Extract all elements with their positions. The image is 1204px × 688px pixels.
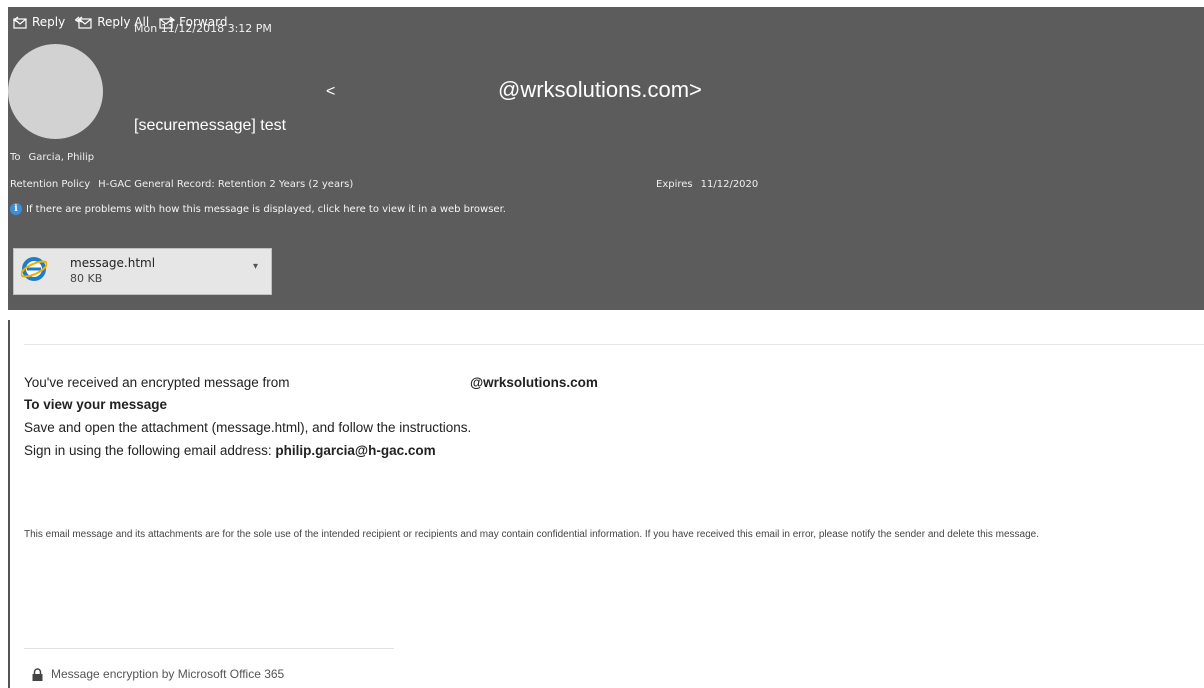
instructions-text: Save and open the attachment (message.ht… bbox=[24, 420, 472, 435]
reply-label: Reply bbox=[32, 15, 66, 29]
disclaimer: This email message and its attachments a… bbox=[24, 529, 1040, 540]
lock-icon bbox=[32, 667, 43, 681]
encrypted-notice-text: You've received an encrypted message fro… bbox=[24, 375, 290, 390]
encrypted-notice: You've received an encrypted message fro… bbox=[24, 375, 598, 390]
retention-value: H-GAC General Record: Retention 2 Years … bbox=[98, 179, 354, 190]
to-label: To bbox=[10, 152, 21, 163]
view-in-browser-notice[interactable]: i If there are problems with how this me… bbox=[10, 203, 506, 215]
expires-value: 11/12/2020 bbox=[700, 179, 759, 190]
chevron-down-icon[interactable]: ▾ bbox=[253, 261, 258, 272]
to-recipient[interactable]: Garcia, Philip bbox=[29, 152, 95, 163]
attachment-name: message.html bbox=[70, 256, 156, 270]
reply-all-icon bbox=[75, 15, 92, 29]
message-header: Reply Reply All Forward Mon 11/12/2018 3… bbox=[8, 7, 1204, 235]
retention-label: Retention Policy bbox=[10, 179, 91, 190]
reply-button[interactable]: Reply bbox=[12, 15, 65, 29]
encryption-footer-text: Message encryption by Microsoft Office 3… bbox=[51, 667, 285, 681]
divider bbox=[24, 648, 394, 649]
sign-in-prefix: Sign in using the following email addres… bbox=[24, 443, 276, 458]
sign-in-email: philip.garcia@h-gac.com bbox=[275, 443, 436, 458]
sender-open-bracket: < bbox=[326, 83, 336, 100]
sign-in-text: Sign in using the following email addres… bbox=[24, 443, 436, 458]
attachment-item[interactable]: message.html 80 KB ▾ bbox=[13, 248, 272, 295]
reply-icon bbox=[12, 15, 27, 29]
to-line: To Garcia, Philip bbox=[10, 152, 94, 163]
message-date: Mon 11/12/2018 3:12 PM bbox=[134, 22, 272, 35]
internet-explorer-icon bbox=[21, 257, 47, 281]
message-subject: [securemessage] test bbox=[134, 117, 287, 134]
expires-label: Expires bbox=[656, 179, 693, 190]
divider bbox=[24, 344, 1204, 345]
encrypted-notice-sender: @wrksolutions.com bbox=[470, 375, 598, 390]
sender-address: @wrksolutions.com> bbox=[498, 77, 702, 102]
attachment-size: 80 KB bbox=[70, 272, 103, 285]
view-message-heading: To view your message bbox=[24, 397, 168, 412]
expires-info: Expires 11/12/2020 bbox=[656, 179, 758, 190]
retention-policy-line: Retention Policy H-GAC General Record: Re… bbox=[10, 179, 910, 190]
view-in-browser-text: If there are problems with how this mess… bbox=[26, 203, 506, 215]
encryption-footer: Message encryption by Microsoft Office 3… bbox=[32, 667, 284, 681]
avatar bbox=[8, 44, 103, 139]
info-icon: i bbox=[10, 203, 22, 215]
